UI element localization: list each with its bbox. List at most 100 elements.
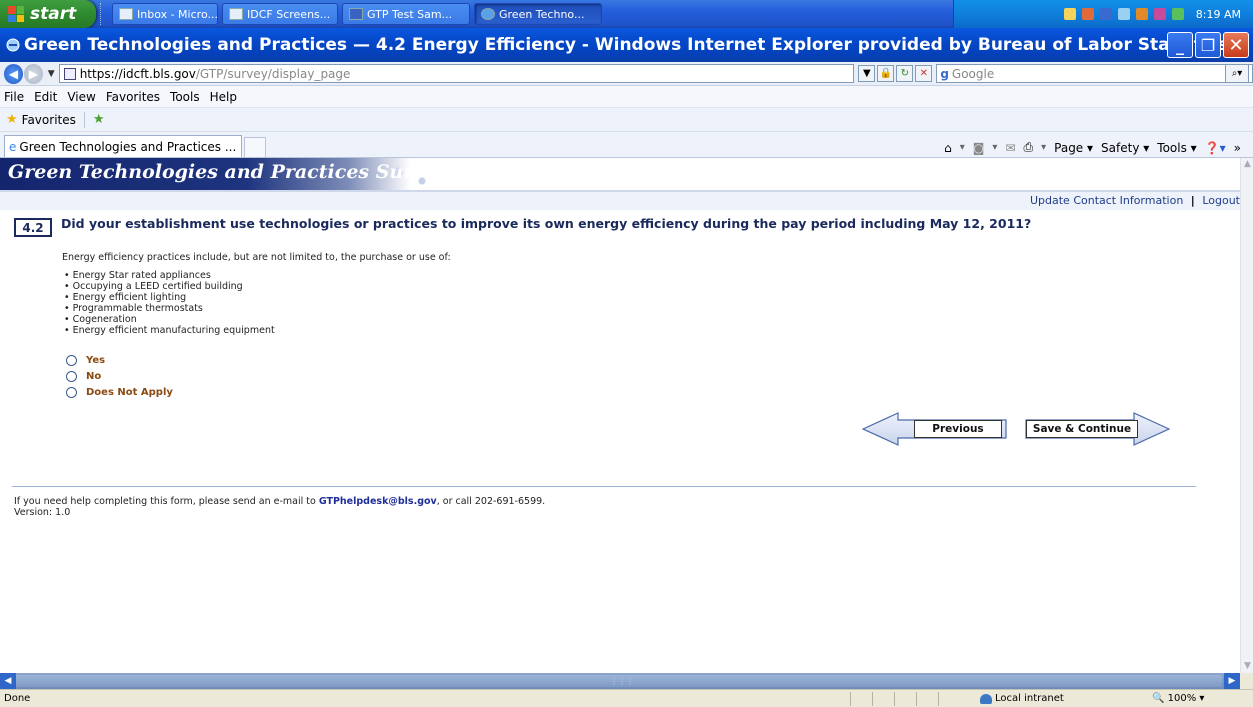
status-cells [850,692,960,706]
security-zone[interactable]: Local intranet [980,693,1064,704]
scroll-right-icon[interactable]: ▶ [1224,673,1240,689]
previous-button[interactable]: Previous [861,412,1008,449]
radio-does-not-apply[interactable] [66,386,77,398]
back-button[interactable]: ◀ [4,63,23,84]
logout-link[interactable]: Logout [1202,194,1240,207]
option-does-not-apply[interactable]: Does Not Apply [66,384,173,400]
menu-tools[interactable]: Tools [170,90,200,104]
option-yes[interactable]: Yes [66,352,173,368]
add-favorite-icon[interactable]: ★ [93,112,105,127]
history-dropdown-icon[interactable]: ▼ [48,69,55,79]
clock[interactable]: 8:19 AM [1196,8,1241,21]
option-label: No [86,370,102,382]
restore-button[interactable]: ❐ [1195,32,1221,58]
start-label: start [30,4,77,24]
address-toolbar: ◀ ▶ ▼ https://idcft.bls.gov/GTP/survey/d… [0,62,1253,86]
menu-file[interactable]: File [4,90,24,104]
scroll-corner [1240,673,1253,689]
question-number: 4.2 [14,218,52,237]
tools-menu-label: Tools [1157,140,1187,155]
update-contact-link[interactable]: Update Contact Information [1030,194,1183,207]
tray-antivirus-icon[interactable] [1081,8,1094,20]
status-bar: Done Local intranet 🔍 100% ▾ [0,689,1253,707]
page-content: Green Technologies and Practices Survey … [0,158,1240,673]
helpdesk-email-link[interactable]: GTPhelpdesk@bls.gov [319,496,437,507]
taskbar: start Inbox - Micro... IDCF Screens... G… [0,0,1253,28]
tab-active[interactable]: e Green Technologies and Practices ... [4,135,242,157]
page-icon [63,67,76,80]
window-titlebar[interactable]: Green Technologies and Practices — 4.2 E… [0,28,1253,62]
close-button[interactable]: ✕ [1223,32,1249,58]
scroll-down-icon[interactable]: ▼ [1241,660,1253,673]
windows-flag-icon [8,6,24,22]
menu-favorites[interactable]: Favorites [106,90,160,104]
refresh-icon[interactable]: ↻ [896,65,914,82]
command-bar: ⌂ ▾ ◙ ▾ ✉ ⎙ ▾ Page ▾ Safety ▾ Tools ▾ ❓▾ » [944,140,1241,155]
tray-security-icon[interactable] [1099,8,1112,20]
version-text: Version: 1.0 [14,507,71,518]
address-dropdown-icon[interactable]: ▼ [858,65,876,82]
safety-menu[interactable]: Safety ▾ [1101,141,1149,155]
home-icon[interactable]: ⌂ [944,141,952,155]
task-green-techno[interactable]: Green Techno... [474,3,602,25]
task-label: GTP Test Sam... [367,7,453,21]
tray-mail-icon[interactable] [1063,8,1076,20]
start-button[interactable]: start [0,0,96,28]
help-icon[interactable]: ❓▾ [1205,141,1226,155]
print-icon[interactable]: ⎙ [1024,140,1034,155]
tray-volume-icon[interactable] [1171,8,1184,20]
tray-network-icon[interactable] [1117,8,1130,20]
task-inbox[interactable]: Inbox - Micro... [112,3,218,25]
tray-update-icon[interactable] [1135,8,1148,20]
tray-app-icon[interactable] [1153,8,1166,20]
stop-icon[interactable]: ✕ [915,65,933,82]
task-gtp-test[interactable]: GTP Test Sam... [342,3,470,25]
list-item: Cogeneration [64,314,275,325]
option-label: Does Not Apply [86,386,173,398]
intro-text: Energy efficiency practices include, but… [62,252,451,263]
forward-button[interactable]: ▶ [23,63,43,84]
radio-no[interactable] [66,370,77,382]
navigation-buttons: Previous Save & Continue [861,412,1172,452]
vertical-scrollbar[interactable]: ▲ ▼ [1240,158,1253,673]
google-icon: g [940,66,949,81]
safety-menu-label: Safety [1101,140,1140,155]
mail-icon[interactable]: ✉ [1005,141,1015,155]
save-continue-button[interactable]: Save & Continue [1024,412,1171,449]
minimize-button[interactable]: _ [1167,32,1193,58]
zoom-control[interactable]: 🔍 100% ▾ [1152,693,1204,704]
paint-icon [229,8,243,20]
search-go-button[interactable]: ⌕▾ [1225,64,1249,83]
lock-icon[interactable]: 🔒 [877,65,895,82]
tools-menu[interactable]: Tools ▾ [1157,141,1196,155]
page-menu[interactable]: Page ▾ [1054,141,1093,155]
feeds-icon[interactable]: ◙ [973,141,985,155]
answer-options: Yes No Does Not Apply [66,352,173,400]
quicklaunch-separator [100,3,108,25]
scroll-up-icon[interactable]: ▲ [1241,158,1253,171]
horizontal-scrollbar[interactable]: ◀ ⋮⋮⋮ ▶ [0,673,1240,689]
banner-title: Green Technologies and Practices Survey [8,161,448,183]
address-input[interactable]: https://idcft.bls.gov/GTP/survey/display… [58,64,855,83]
favorites-star-icon: ★ [6,112,18,127]
task-label: Inbox - Micro... [137,7,218,21]
search-input[interactable]: g Google [936,64,1253,83]
option-no[interactable]: No [66,368,173,384]
tab-label: Green Technologies and Practices ... [19,139,237,154]
menu-view[interactable]: View [67,90,95,104]
menu-help[interactable]: Help [210,90,237,104]
menu-edit[interactable]: Edit [34,90,57,104]
chevron-right-icon[interactable]: » [1234,141,1241,155]
practice-list: Energy Star rated appliances Occupying a… [64,270,275,336]
ie-icon [481,8,495,20]
ie-page-icon: e [9,139,17,154]
scroll-left-icon[interactable]: ◀ [0,673,16,689]
task-idcf[interactable]: IDCF Screens... [222,3,338,25]
footer-divider [12,486,1196,487]
url-path: /GTP/survey/display_page [195,66,351,81]
list-item: Occupying a LEED certified building [64,281,275,292]
favorites-button[interactable]: Favorites [22,113,76,127]
ie-icon [6,38,20,52]
new-tab-button[interactable] [244,137,266,157]
radio-yes[interactable] [66,354,77,366]
